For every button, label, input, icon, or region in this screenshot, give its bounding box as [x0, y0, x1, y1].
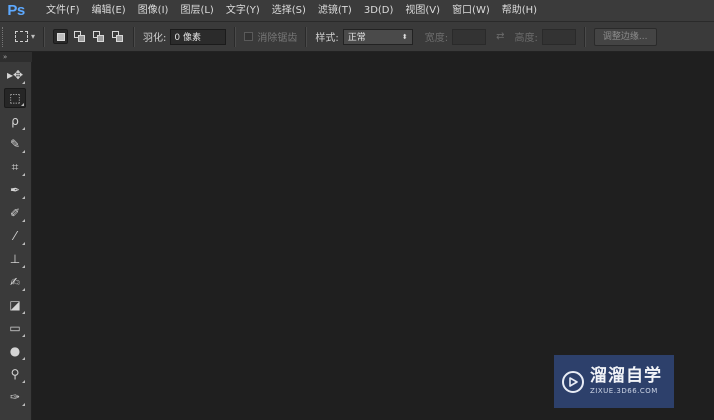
selection-mode-group [53, 29, 125, 44]
menu-item[interactable]: 文字(Y) [220, 0, 266, 22]
add-selection-icon [74, 31, 86, 42]
refine-edge-button[interactable]: 调整边缘... [593, 27, 657, 46]
crop-tool-button[interactable]: ⌗ [4, 157, 26, 177]
menu-item[interactable]: 图像(I) [132, 0, 175, 22]
brush-icon: ⁄ [13, 229, 16, 243]
width-label: 宽度: [424, 33, 449, 44]
style-select[interactable]: 正常 ⬍ [342, 28, 413, 45]
swap-dimensions-icon[interactable]: ⇄ [496, 31, 504, 42]
gradient-icon: ▭ [9, 321, 21, 335]
rectangular-marquee-icon: ⬚ [9, 91, 21, 105]
menu-item[interactable]: 窗口(W) [446, 0, 496, 22]
history-brush-icon: ✍ [9, 275, 21, 289]
quick-selection-tool-button[interactable]: ✎ [4, 134, 26, 154]
menu-item[interactable]: 编辑(E) [86, 0, 132, 22]
antialias-label: 消除锯齿 [257, 33, 298, 44]
crop-icon: ⌗ [11, 159, 19, 174]
pen-tool-button[interactable]: ✑ [4, 387, 26, 407]
history-brush-tool-button[interactable]: ✍ [4, 272, 26, 292]
chevron-down-icon: ▾ [31, 32, 36, 41]
menu-item[interactable]: 帮助(H) [496, 0, 543, 22]
watermark-subtitle: ZIXUE.3D66.COM [590, 387, 658, 395]
move-tool-tool-button[interactable]: ▸✥ [4, 65, 26, 85]
feather-input[interactable]: 0 像素 [170, 28, 227, 45]
healing-brush-tool-button[interactable]: ✐ [4, 203, 26, 223]
divider [43, 26, 46, 47]
options-bar: ▾ 羽化: 0 像素 消除锯齿 样式: 正常 ⬍ 宽度: ⇄ 高度: 调整边缘.… [0, 22, 714, 52]
style-label: 样式: [315, 33, 339, 44]
tool-preset-picker[interactable]: ▾ [15, 31, 35, 42]
pen-icon: ✑ [9, 390, 21, 404]
eraser-icon: ◪ [9, 298, 21, 312]
height-label: 高度: [514, 33, 538, 44]
add-to-selection-button[interactable] [72, 29, 87, 44]
options-bar-grip[interactable] [2, 26, 9, 47]
watermark-title: 溜溜自学 [590, 366, 662, 386]
dodge-icon: ⚲ [10, 367, 20, 381]
play-logo-icon [562, 370, 584, 393]
watermark: 溜溜自学 ZIXUE.3D66.COM [554, 355, 674, 408]
menu-item[interactable]: 文件(F) [40, 0, 86, 22]
menu-item[interactable]: 视图(V) [399, 0, 446, 22]
dodge-tool-button[interactable]: ⚲ [4, 364, 26, 384]
rectangular-marquee-icon [15, 31, 28, 42]
clone-stamp-tool-button[interactable]: ⊥ [4, 249, 26, 269]
blur-icon: ● [9, 344, 21, 358]
divider [305, 26, 308, 47]
move-tool-icon: ▸✥ [6, 68, 24, 82]
menu-item[interactable]: 选择(S) [266, 0, 312, 22]
divider [583, 26, 586, 47]
photoshop-logo: Ps [7, 2, 25, 19]
antialias-option: 消除锯齿 [244, 29, 297, 44]
watermark-text: 溜溜自学 ZIXUE.3D66.COM [590, 368, 662, 395]
brush-tool-button[interactable]: ⁄ [4, 226, 26, 246]
clone-stamp-icon: ⊥ [9, 252, 21, 266]
eraser-tool-button[interactable]: ◪ [4, 295, 26, 315]
select-arrows-icon: ⬍ [401, 32, 408, 41]
quick-selection-icon: ✎ [9, 137, 21, 151]
intersect-selection-icon [112, 31, 124, 42]
height-input[interactable] [541, 28, 576, 45]
intersect-selection-button[interactable] [110, 29, 125, 44]
new-selection-button[interactable] [53, 29, 69, 44]
tool-list: ▸✥ ⬚ ρ ✎ ⌗ ✒ ✐ ⁄ ⊥ ✍ ◪ ▭ ● ⚲ ✑ [0, 65, 31, 407]
antialias-checkbox[interactable] [244, 32, 254, 41]
divider [133, 26, 136, 47]
tools-panel-header[interactable]: » [0, 52, 32, 62]
lasso-tool-button[interactable]: ρ [4, 111, 26, 131]
menu-item[interactable]: 图层(L) [174, 0, 219, 22]
menu-item[interactable]: 滤镜(T) [312, 0, 358, 22]
gradient-tool-button[interactable]: ▭ [4, 318, 26, 338]
blur-tool-button[interactable]: ● [4, 341, 26, 361]
lasso-icon: ρ [11, 114, 19, 128]
eyedropper-tool-button[interactable]: ✒ [4, 180, 26, 200]
subtract-from-selection-button[interactable] [91, 29, 106, 44]
rectangular-marquee-tool-button[interactable]: ⬚ [4, 88, 26, 108]
subtract-selection-icon [93, 31, 105, 42]
width-input[interactable] [452, 28, 487, 45]
tools-panel: » ▸✥ ⬚ ρ ✎ ⌗ ✒ ✐ ⁄ ⊥ ✍ ◪ ▭ ● ⚲ ✑ [0, 52, 32, 420]
menu-bar: Ps 文件(F) 编辑(E) 图像(I) 图层(L) 文字(Y) 选择(S) 滤镜(T) 3D… [0, 0, 714, 22]
style-select-value: 正常 [347, 33, 366, 43]
menu-item[interactable]: 3D(D) [358, 0, 400, 22]
divider [234, 26, 237, 47]
menu-items: 文件(F) 编辑(E) 图像(I) 图层(L) 文字(Y) 选择(S) 滤镜(T) 3D(D)… [40, 0, 543, 22]
feather-label: 羽化: [143, 33, 167, 44]
new-selection-icon [56, 32, 65, 41]
eyedropper-icon: ✒ [9, 183, 21, 197]
healing-brush-icon: ✐ [9, 206, 21, 220]
